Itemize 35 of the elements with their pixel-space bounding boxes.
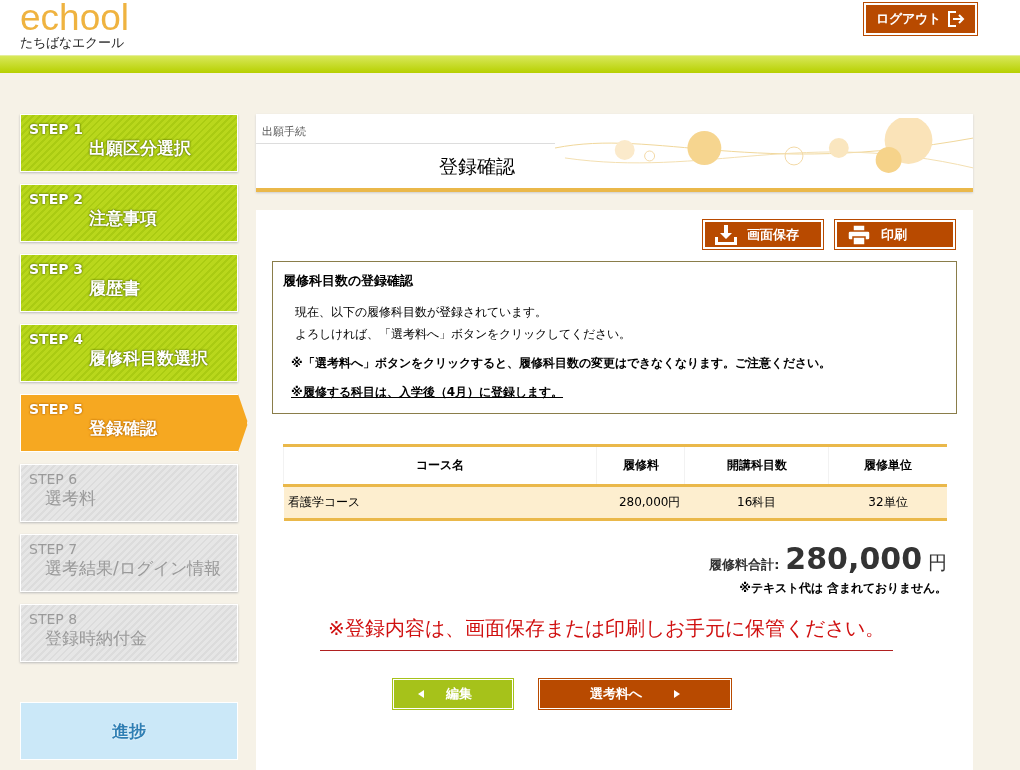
download-icon	[715, 224, 737, 245]
edit-button[interactable]: 編集	[393, 679, 513, 709]
logo-wordmark: echool	[20, 0, 130, 36]
next-button[interactable]: 選考料へ	[539, 679, 731, 709]
logo-subtitle: たちばなエクール	[20, 36, 125, 50]
logout-button[interactable]: ログアウト	[864, 3, 977, 35]
step-tab[interactable]: STEP 2 注意事項	[20, 184, 238, 242]
notice-text: ※「選考料へ」ボタンをクリックすると、履修科目数の変更はできなくなります。ご注意ください。	[290, 355, 832, 372]
table-cell: 看護学コース	[283, 485, 597, 520]
step-tab[interactable]: STEP 3 履歴書	[20, 254, 238, 312]
printer-icon	[847, 223, 871, 246]
logout-icon	[947, 11, 965, 27]
table-cell: 16科目	[684, 485, 829, 520]
step-tab[interactable]: STEP 4 履修科目数選択	[20, 324, 238, 382]
notice-text: 現在、以下の履修科目数が登録されています。	[294, 304, 548, 321]
info-title: 履修科目数の登録確認	[283, 272, 414, 290]
column-header: コース名	[283, 445, 597, 486]
warning-text: ※登録内容は、画面保存または印刷しお手元に保管ください。	[320, 615, 893, 651]
notice-text: ※履修する科目は、入学後（4月）に登録します。	[290, 384, 564, 401]
step-tab[interactable]: STEP 1 出願区分選択	[20, 114, 238, 172]
total-note: ※テキスト代は 含まれておりません。	[739, 580, 947, 597]
progress-button[interactable]: 進捗	[20, 702, 238, 760]
breadcrumb: 出願手続	[256, 114, 555, 144]
caret-right-icon	[674, 690, 680, 698]
total-label: 履修料合計:	[709, 556, 780, 574]
page-title: 登録確認	[437, 154, 516, 179]
table-cell: 280,000円	[596, 485, 685, 520]
step-tab[interactable]: STEP 5 登録確認	[20, 394, 248, 452]
caret-left-icon	[418, 690, 424, 698]
table-cell: 32単位	[828, 485, 947, 520]
save-screen-button[interactable]: 画面保存	[703, 220, 823, 249]
print-button[interactable]: 印刷	[835, 220, 955, 249]
total-amount: 280,000	[785, 541, 922, 576]
notice-text: よろしければ、「選考料へ」ボタンをクリックしてください。	[294, 326, 632, 343]
currency-unit: 円	[928, 550, 947, 575]
